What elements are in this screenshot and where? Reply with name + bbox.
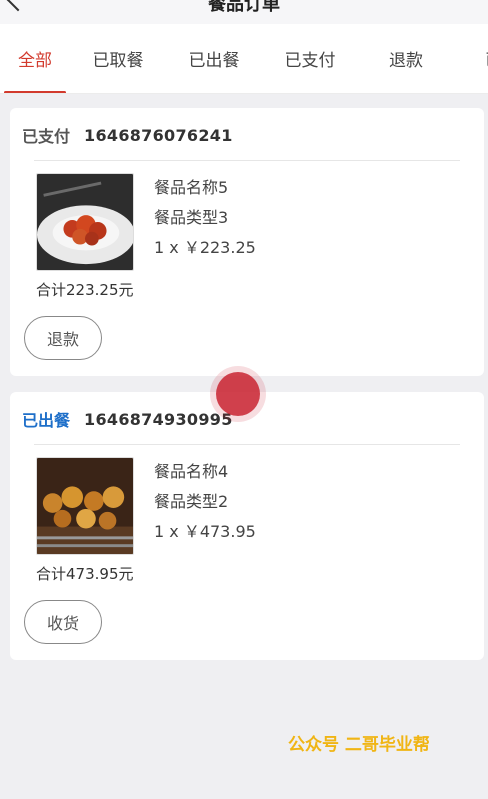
divider: [34, 160, 460, 161]
watermark-text: 公众号 二哥毕业帮: [288, 735, 430, 755]
order-status-tabs: 全部 已取餐 已出餐 已支付 退款 已评: [0, 24, 488, 94]
item-name: 餐品名称4: [154, 462, 229, 481]
top-bar: 餐品订单: [0, 0, 488, 24]
order-total: 合计223.25元: [36, 281, 134, 299]
page-title: 餐品订单: [208, 0, 280, 15]
item-type: 餐品类型3: [154, 208, 229, 227]
food-image: [36, 457, 134, 555]
order-status: 已出餐: [22, 411, 71, 430]
divider: [34, 444, 460, 445]
order-item[interactable]: 餐品名称4 餐品类型2 1 x ￥473.95: [22, 457, 472, 555]
order-number: 1646874930995: [84, 409, 233, 429]
item-info: 餐品名称5 餐品类型3 1 x ￥223.25: [154, 173, 256, 263]
item-type: 餐品类型2: [154, 492, 229, 511]
tab-served[interactable]: 已出餐: [166, 24, 262, 93]
item-qty-price: 1 x ￥473.95: [154, 522, 256, 541]
order-card[interactable]: 已出餐 1646874930995 餐品名称4 餐品类型2 1 x ￥473.9…: [10, 392, 484, 660]
order-status: 已支付: [22, 127, 71, 146]
item-name: 餐品名称5: [154, 178, 229, 197]
tab-paid[interactable]: 已支付: [262, 24, 358, 93]
item-qty-price: 1 x ￥223.25: [154, 238, 256, 257]
touch-indicator: [216, 372, 260, 416]
order-total: 合计473.95元: [36, 565, 134, 583]
food-image: [36, 173, 134, 271]
order-card[interactable]: 已支付 1646876076241 餐品名称5 餐品类型3 1 x ￥223.2…: [10, 108, 484, 376]
tab-picked-up[interactable]: 已取餐: [70, 24, 166, 93]
order-item[interactable]: 餐品名称5 餐品类型3 1 x ￥223.25: [22, 173, 472, 271]
order-header: 已支付 1646876076241: [22, 120, 472, 150]
confirm-receipt-button[interactable]: 收货: [24, 600, 102, 644]
tab-refund[interactable]: 退款: [358, 24, 454, 93]
order-number: 1646876076241: [84, 125, 233, 145]
item-info: 餐品名称4 餐品类型2 1 x ￥473.95: [154, 457, 256, 547]
tab-reviewed[interactable]: 已评: [454, 24, 488, 93]
refund-button[interactable]: 退款: [24, 316, 102, 360]
tab-all[interactable]: 全部: [0, 24, 70, 93]
